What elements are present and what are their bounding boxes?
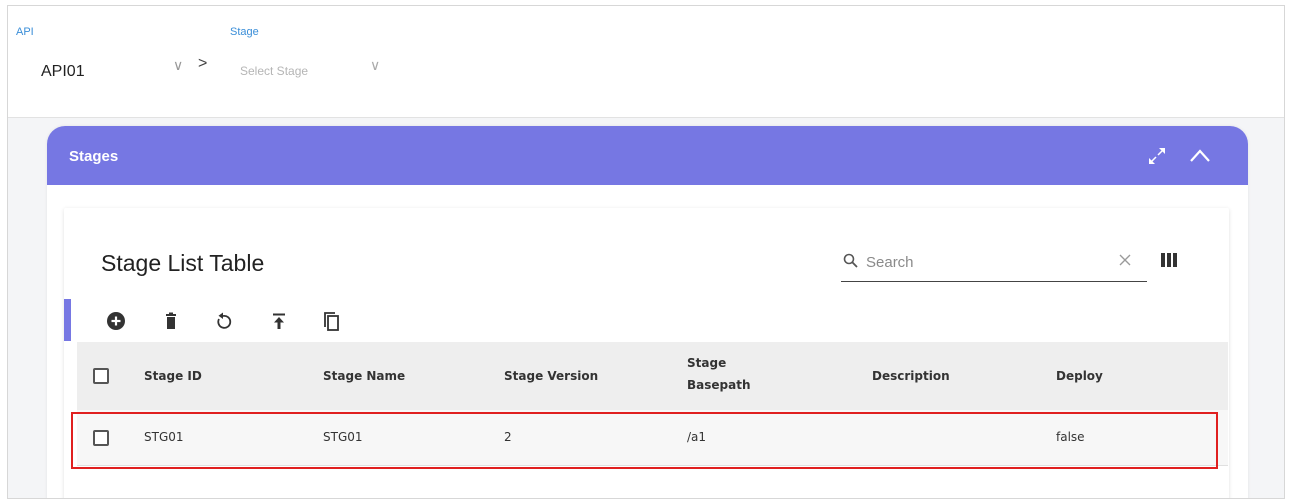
col-stage-version[interactable]: Stage Version (504, 367, 598, 385)
cell-stage-name: STG01 (323, 430, 363, 444)
row-checkbox[interactable] (93, 430, 109, 446)
panel-header: Stages (47, 126, 1248, 185)
upload-icon[interactable] (268, 310, 290, 332)
col-stage-basepath-line2[interactable]: Basepath (687, 376, 751, 394)
cell-deploy: false (1056, 430, 1085, 444)
stage-selector-placeholder[interactable]: Select Stage (240, 64, 308, 78)
col-description[interactable]: Description (872, 367, 950, 385)
stages-panel: Stages Stage List Table Search Stage ID … (47, 126, 1248, 498)
select-all-checkbox[interactable] (93, 368, 109, 384)
app-frame: API API01 ∨ > Stage Select Stage ∨ Stage… (7, 5, 1285, 499)
stage-list-card: Stage List Table Search Stage ID Stage N… (64, 208, 1229, 498)
col-stage-name[interactable]: Stage Name (323, 367, 405, 385)
api-selector-value[interactable]: API01 (41, 63, 85, 81)
col-stage-basepath-line1[interactable]: Stage (687, 354, 726, 372)
columns-view-icon[interactable] (1161, 253, 1177, 267)
table-header: Stage ID Stage Name Stage Version Stage … (77, 342, 1228, 410)
copy-icon[interactable] (320, 310, 342, 332)
cell-stage-version: 2 (504, 430, 512, 444)
api-selector-label: API (16, 26, 34, 38)
stage-selector-label: Stage (230, 26, 259, 38)
col-deploy[interactable]: Deploy (1056, 367, 1103, 385)
refresh-icon[interactable] (212, 310, 234, 332)
collapse-icon[interactable] (1187, 143, 1213, 169)
col-stage-id[interactable]: Stage ID (144, 367, 202, 385)
search-input[interactable] (866, 250, 1106, 274)
table-title: Stage List Table (101, 250, 265, 276)
stage-dropdown-chevron-icon[interactable]: ∨ (370, 57, 380, 74)
add-circle-icon[interactable] (105, 310, 127, 332)
breadcrumb-arrow-icon: > (198, 55, 208, 72)
expand-icon[interactable] (1146, 145, 1168, 167)
api-dropdown-chevron-icon[interactable]: ∨ (173, 57, 183, 74)
search-icon (843, 253, 858, 268)
search-box (841, 250, 1147, 282)
cell-stage-id: STG01 (144, 430, 184, 444)
delete-icon[interactable] (160, 310, 182, 332)
selector-bar: API API01 ∨ > Stage Select Stage ∨ (8, 6, 1284, 118)
table-row[interactable]: STG01 STG01 2 /a1 false (77, 410, 1228, 466)
selection-accent-bar (64, 299, 71, 341)
panel-title: Stages (69, 148, 119, 165)
clear-search-icon[interactable] (1117, 252, 1133, 268)
cell-stage-basepath: /a1 (687, 430, 707, 444)
